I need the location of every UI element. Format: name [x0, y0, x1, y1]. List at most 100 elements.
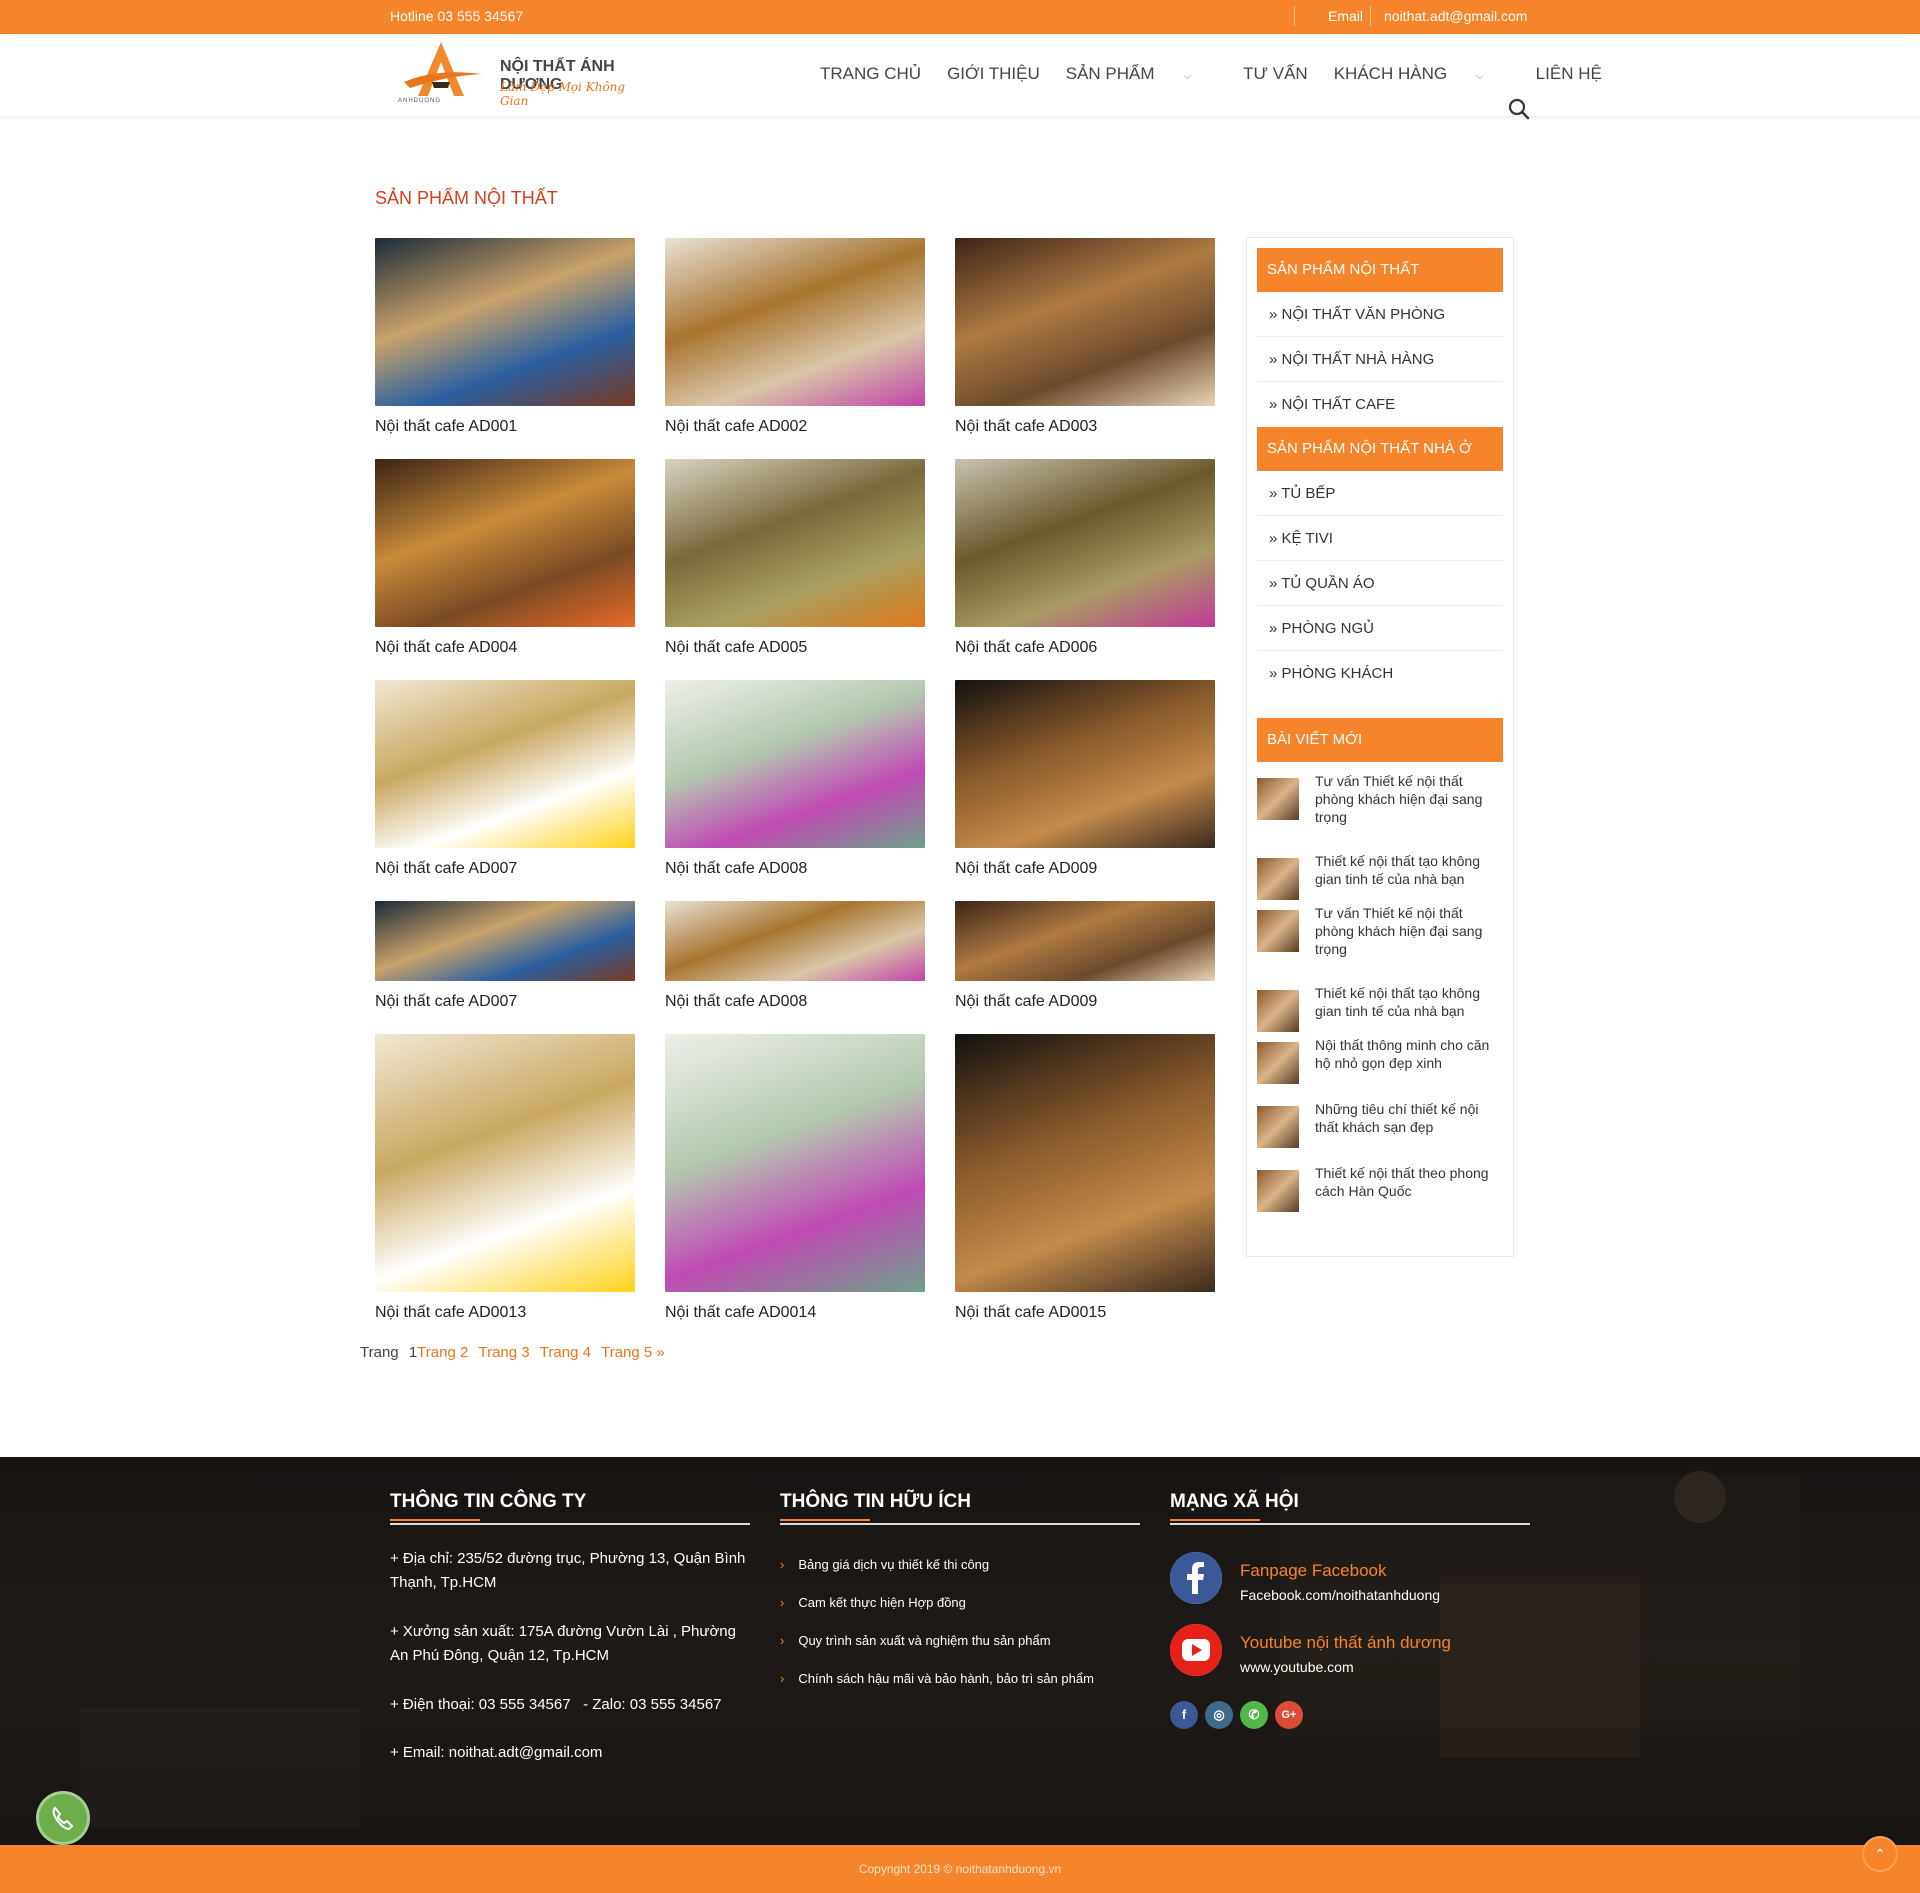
product-card[interactable]: Nội thất cafe AD002 [665, 238, 925, 436]
product-image[interactable] [955, 238, 1215, 406]
post-title[interactable]: Thiết kế nội thất theo phong cách Hàn Qu… [1315, 1164, 1505, 1200]
product-card[interactable]: Nội thất cafe AD007 [375, 901, 635, 1011]
post-thumbnail[interactable] [1257, 990, 1299, 1032]
product-title[interactable]: Nội thất cafe AD007 [375, 993, 635, 1011]
product-card[interactable]: Nội thất cafe AD0013 [375, 1034, 635, 1322]
post-title[interactable]: Nội thất thông minh cho căn hộ nhỏ gọn đ… [1315, 1036, 1505, 1072]
sidebar-item[interactable]: » NỘI THẤT CAFE [1257, 382, 1503, 427]
product-image[interactable] [665, 459, 925, 627]
hotline[interactable]: Hotline 03 555 34567 [390, 8, 523, 24]
facebook-url[interactable]: Facebook.com/noithatanhduong [1240, 1587, 1440, 1603]
product-card[interactable]: Nội thất cafe AD008 [665, 901, 925, 1011]
product-card[interactable]: Nội thất cafe AD007 [375, 680, 635, 878]
product-title[interactable]: Nội thất cafe AD009 [955, 860, 1215, 878]
footer-link[interactable]: › Bảng giá dịch vụ thiết kế thi công [780, 1557, 989, 1572]
site-logo[interactable]: NỘI THẤT ÁNH DƯƠNG Làm Đẹp Mọi Không Gia… [396, 38, 656, 110]
product-card[interactable]: Nội thất cafe AD008 [665, 680, 925, 878]
post-title[interactable]: Thiết kế nội thất tạo không gian tinh tế… [1315, 984, 1505, 1020]
post-thumbnail[interactable] [1257, 778, 1299, 820]
sidebar-item[interactable]: » NỘI THẤT NHÀ HÀNG [1257, 337, 1503, 382]
product-image[interactable] [955, 1034, 1215, 1292]
recent-post[interactable]: Tư vấn Thiết kế nội thất phòng khách hiệ… [1257, 772, 1503, 852]
product-image[interactable] [665, 680, 925, 848]
recent-post[interactable]: Thiết kế nội thất theo phong cách Hàn Qu… [1257, 1164, 1505, 1212]
nav-item-customers[interactable]: KHÁCH HÀNG ⌵ [1334, 64, 1510, 84]
product-card[interactable]: Nội thất cafe AD006 [955, 459, 1215, 657]
facebook-small-icon[interactable]: f [1170, 1701, 1198, 1729]
product-image[interactable] [375, 680, 635, 848]
product-title[interactable]: Nội thất cafe AD003 [955, 418, 1215, 436]
product-image[interactable] [665, 238, 925, 406]
instagram-icon[interactable]: ◎ [1205, 1701, 1233, 1729]
google-plus-icon[interactable]: G+ [1275, 1701, 1303, 1729]
recent-post[interactable]: Tư vấn Thiết kế nội thất phòng khách hiệ… [1257, 904, 1503, 984]
sidebar-item[interactable]: » TỦ QUẦN ÁO [1257, 561, 1503, 606]
product-image[interactable] [955, 901, 1215, 981]
product-image[interactable] [375, 238, 635, 406]
post-thumbnail[interactable] [1257, 858, 1299, 900]
product-card[interactable]: Nội thất cafe AD0015 [955, 1034, 1215, 1322]
youtube-icon[interactable] [1170, 1624, 1222, 1676]
product-title[interactable]: Nội thất cafe AD007 [375, 860, 635, 878]
recent-post[interactable]: Những tiêu chí thiết kế nội thất khách s… [1257, 1100, 1503, 1164]
nav-item-about[interactable]: GIỚI THIỆU [947, 64, 1040, 84]
product-title[interactable]: Nội thất cafe AD0015 [955, 1304, 1215, 1322]
product-title[interactable]: Nội thất cafe AD009 [955, 993, 1215, 1011]
post-thumbnail[interactable] [1257, 1170, 1299, 1212]
sidebar-item[interactable]: » PHÒNG NGỦ [1257, 606, 1503, 651]
sidebar-item[interactable]: » PHÒNG KHÁCH [1257, 651, 1503, 696]
sidebar-item[interactable]: » NỘI THẤT VĂN PHÒNG [1257, 292, 1503, 337]
product-card[interactable]: Nội thất cafe AD009 [955, 901, 1215, 1011]
post-title[interactable]: Những tiêu chí thiết kế nội thất khách s… [1315, 1100, 1505, 1136]
product-title[interactable]: Nội thất cafe AD008 [665, 993, 925, 1011]
facebook-icon[interactable] [1170, 1552, 1222, 1604]
footer-link[interactable]: › Chính sách hậu mãi và bảo hành, bảo trì… [780, 1671, 1094, 1686]
facebook-title[interactable]: Fanpage Facebook [1240, 1561, 1387, 1581]
post-title[interactable]: Tư vấn Thiết kế nội thất phòng khách hiệ… [1315, 772, 1505, 826]
back-to-top-button[interactable]: ⌃ [1862, 1836, 1898, 1872]
product-image[interactable] [955, 680, 1215, 848]
recent-post[interactable]: Thiết kế nội thất tạo không gian tinh tế… [1257, 984, 1503, 1036]
phone-icon[interactable]: ✆ [1240, 1701, 1268, 1729]
product-image[interactable] [375, 901, 635, 981]
email-link[interactable]: noithat.adt@gmail.com [1384, 8, 1527, 24]
product-title[interactable]: Nội thất cafe AD005 [665, 639, 925, 657]
product-title[interactable]: Nội thất cafe AD002 [665, 418, 925, 436]
post-thumbnail[interactable] [1257, 910, 1299, 952]
post-title[interactable]: Tư vấn Thiết kế nội thất phòng khách hiệ… [1315, 904, 1505, 958]
post-title[interactable]: Thiết kế nội thất tạo không gian tinh tế… [1315, 852, 1505, 888]
nav-item-contact[interactable]: LIÊN HỆ [1536, 64, 1602, 84]
product-image[interactable] [375, 1034, 635, 1292]
product-title[interactable]: Nội thất cafe AD004 [375, 639, 635, 657]
sidebar-item[interactable]: » TỦ BẾP [1257, 471, 1503, 516]
footer-link[interactable]: › Quy trình sản xuất và nghiệm thu sản ph… [780, 1633, 1051, 1648]
product-title[interactable]: Nội thất cafe AD0013 [375, 1304, 635, 1322]
product-title[interactable]: Nội thất cafe AD008 [665, 860, 925, 878]
nav-item-products[interactable]: SẢN PHẨM ⌵ [1066, 64, 1217, 84]
product-image[interactable] [955, 459, 1215, 627]
product-card[interactable]: Nội thất cafe AD001 [375, 238, 635, 436]
recent-post[interactable]: Nội thất thông minh cho căn hộ nhỏ gọn đ… [1257, 1036, 1503, 1100]
product-card[interactable]: Nội thất cafe AD009 [955, 680, 1215, 878]
product-image[interactable] [375, 459, 635, 627]
product-card[interactable]: Nội thất cafe AD003 [955, 238, 1215, 436]
nav-item-home[interactable]: TRANG CHỦ [820, 64, 921, 84]
product-card[interactable]: Nội thất cafe AD0014 [665, 1034, 925, 1322]
product-title[interactable]: Nội thất cafe AD0014 [665, 1304, 925, 1322]
product-image[interactable] [665, 901, 925, 981]
product-title[interactable]: Nội thất cafe AD006 [955, 639, 1215, 657]
product-card[interactable]: Nội thất cafe AD004 [375, 459, 635, 657]
product-image[interactable] [665, 1034, 925, 1292]
footer-link[interactable]: › Cam kết thực hiện Hợp đồng [780, 1595, 966, 1610]
pagination-link[interactable]: Trang 2 [417, 1344, 468, 1361]
product-title[interactable]: Nội thất cafe AD001 [375, 418, 635, 436]
youtube-url[interactable]: www.youtube.com [1240, 1659, 1354, 1675]
post-thumbnail[interactable] [1257, 1106, 1299, 1148]
search-icon[interactable] [1508, 98, 1530, 120]
pagination-link[interactable]: Trang 5 » [601, 1344, 665, 1361]
recent-post[interactable]: Thiết kế nội thất tạo không gian tinh tế… [1257, 852, 1503, 904]
nav-item-advice[interactable]: TƯ VẤN [1243, 64, 1308, 84]
product-card[interactable]: Nội thất cafe AD005 [665, 459, 925, 657]
sidebar-item[interactable]: » KỆ TIVI [1257, 516, 1503, 561]
pagination-link[interactable]: Trang 3 [478, 1344, 529, 1361]
